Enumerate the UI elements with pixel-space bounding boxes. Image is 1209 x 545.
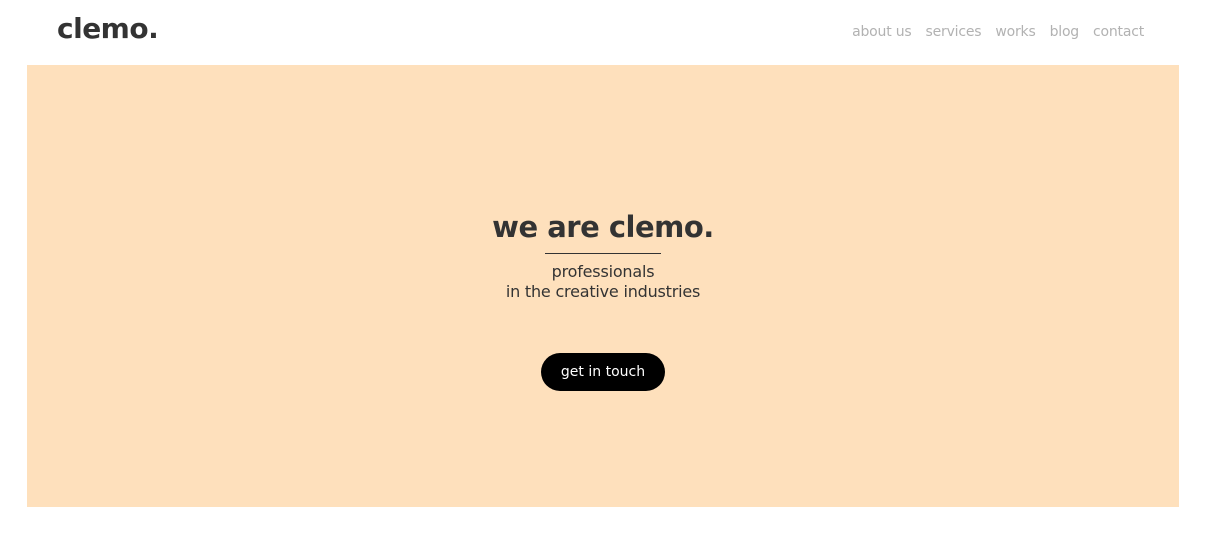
- hero-subtitle-line-2: in the creative industries: [505, 282, 701, 301]
- site-header: clemo. about us services works blog cont…: [0, 0, 1209, 64]
- main-nav: about us services works blog contact: [852, 22, 1144, 42]
- hero-divider: [545, 253, 661, 254]
- hero-title: we are clemo.: [492, 210, 714, 244]
- nav-item-blog[interactable]: blog: [1050, 22, 1080, 42]
- get-in-touch-button[interactable]: get in touch: [541, 353, 665, 391]
- page: clemo. about us services works blog cont…: [0, 0, 1209, 545]
- hero-section: we are clemo. professionals in the creat…: [27, 65, 1179, 507]
- nav-item-works[interactable]: works: [995, 22, 1035, 42]
- logo[interactable]: clemo.: [57, 10, 159, 48]
- nav-item-about-us[interactable]: about us: [852, 22, 912, 42]
- nav-item-services[interactable]: services: [926, 22, 982, 42]
- hero-subtitle-line-1: professionals: [551, 262, 655, 281]
- hero-subtitle: professionals in the creative industries: [27, 262, 1179, 302]
- nav-item-contact[interactable]: contact: [1093, 22, 1144, 42]
